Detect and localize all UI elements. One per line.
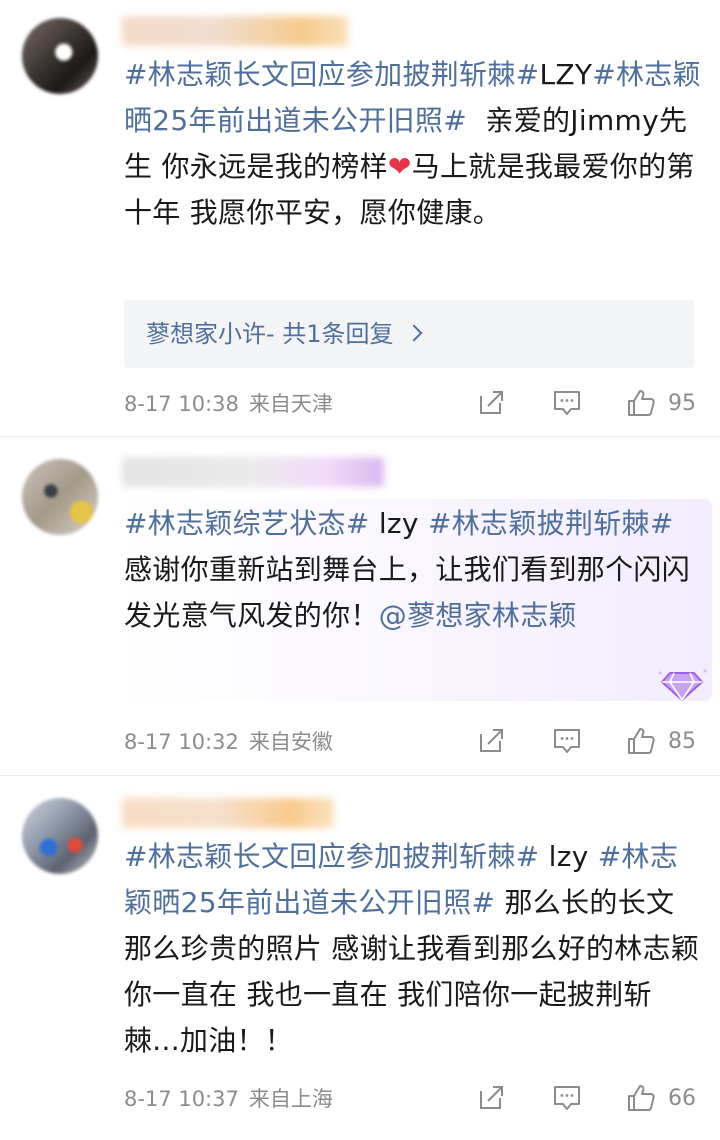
comment-text: #林志颖长文回应参加披荆斩棘# lzy #林志颖晒25年前出道未公开旧照# 那么… [124, 834, 704, 1064]
username-blurred[interactable] [122, 457, 384, 487]
like-count: 66 [668, 1086, 696, 1111]
diamond-badge-icon [658, 669, 707, 701]
comment-text: #林志颖长文回应参加披荆斩棘#LZY#林志颖晒25年前出道未公开旧照# 亲爱的J… [124, 52, 704, 236]
comment-icon[interactable] [552, 388, 582, 418]
timestamp: 8-17 10:37 [124, 1087, 239, 1111]
comment-text: #林志颖综艺状态# lzy #林志颖披荆斩棘# 感谢你重新站到舞台上，让我们看到… [124, 501, 704, 639]
share-icon[interactable] [476, 388, 506, 418]
avatar[interactable] [22, 798, 98, 874]
username-blurred[interactable] [122, 798, 334, 828]
mention-link[interactable]: @蓼想家林志颖 [379, 599, 577, 632]
like-count: 85 [668, 729, 696, 754]
username-blurred[interactable] [122, 16, 348, 46]
comment-actions: 66 [470, 1083, 706, 1117]
comment-icon[interactable] [552, 726, 582, 756]
comment-item: #林志颖综艺状态# lzy #林志颖披荆斩棘# 感谢你重新站到舞台上，让我们看到… [0, 437, 720, 775]
timestamp: 8-17 10:32 [124, 730, 239, 754]
reply-summary[interactable]: 蓼想家小许- 共1条回复 [124, 300, 694, 368]
like-icon[interactable] [626, 1083, 656, 1113]
location: 来自天津 [248, 392, 333, 416]
reply-summary-label: 蓼想家小许- 共1条回复 [146, 300, 423, 368]
location: 来自上海 [248, 1087, 333, 1111]
like-icon[interactable] [626, 388, 656, 418]
share-icon[interactable] [476, 1083, 506, 1113]
location: 来自安徽 [248, 730, 333, 754]
text-fragment: lzy [369, 507, 428, 540]
chevron-right-icon [405, 324, 423, 342]
text-fragment: lzy [539, 840, 598, 873]
hashtag-link[interactable]: #林志颖长文回应参加披荆斩棘# [124, 58, 539, 91]
comment-actions: 95 [470, 388, 706, 422]
comment-icon[interactable] [552, 1083, 582, 1113]
avatar[interactable] [22, 459, 98, 535]
like-count: 95 [668, 391, 696, 416]
heart-emoji: ❤ [387, 150, 412, 183]
hashtag-link[interactable]: #林志颖披荆斩棘# [428, 507, 674, 540]
avatar[interactable] [22, 18, 98, 94]
hashtag-link[interactable]: #林志颖长文回应参加披荆斩棘# [124, 840, 539, 873]
comment-meta: 8-17 10:37 来自上海 [124, 1084, 333, 1114]
comment-item: #林志颖长文回应参加披荆斩棘#LZY#林志颖晒25年前出道未公开旧照# 亲爱的J… [0, 0, 720, 436]
like-icon[interactable] [626, 726, 656, 756]
text-fragment: LZY [539, 58, 593, 91]
comment-item: #林志颖长文回应参加披荆斩棘# lzy #林志颖晒25年前出道未公开旧照# 那么… [0, 776, 720, 1140]
share-icon[interactable] [476, 726, 506, 756]
comment-actions: 85 [470, 726, 706, 760]
comment-meta: 8-17 10:32 来自安徽 [124, 727, 333, 757]
timestamp: 8-17 10:38 [124, 392, 239, 416]
comment-meta: 8-17 10:38 来自天津 [124, 389, 333, 419]
hashtag-link[interactable]: #林志颖综艺状态# [124, 507, 370, 540]
